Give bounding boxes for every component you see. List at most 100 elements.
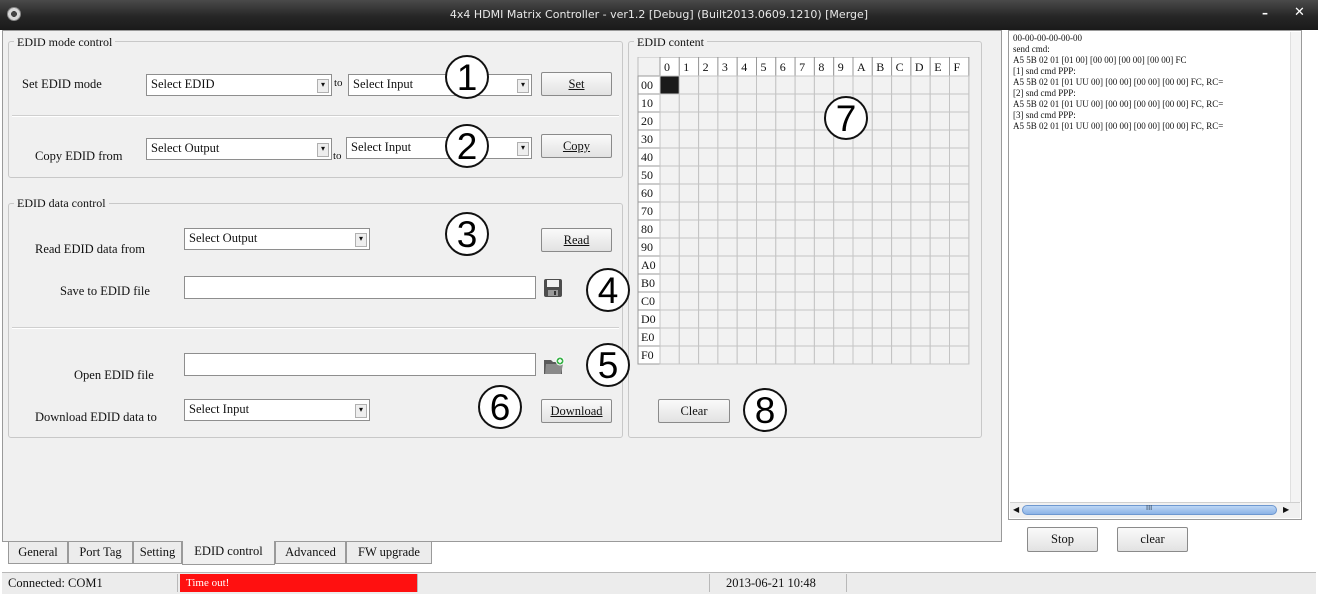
hex-cell[interactable] [852,345,873,365]
tab-advanced[interactable]: Advanced [275,542,346,564]
hex-cell[interactable] [929,237,951,257]
hex-cell[interactable] [756,111,777,131]
edid-hex-grid[interactable]: 0 1 2 3 4 5 6 7 8 9 A B C D E F00102030405060708090A0B0… [634,57,974,390]
hex-cell[interactable] [852,273,873,293]
hex-cell[interactable] [833,165,854,185]
hex-cell[interactable] [852,201,873,221]
hex-cell[interactable] [659,309,680,329]
hex-cell[interactable] [813,255,835,275]
hex-cell[interactable] [891,147,912,167]
hex-cell[interactable] [833,255,854,275]
scroll-right-icon[interactable]: ▶ [1283,505,1289,514]
hex-cell[interactable] [929,219,951,239]
hex-cell[interactable] [678,309,700,329]
hex-cell[interactable] [813,273,835,293]
hex-cell[interactable] [717,237,738,257]
hex-cell[interactable] [736,237,757,257]
minimize-button[interactable]: – [1262,6,1268,20]
edid-source-select[interactable]: Select EDID ▾ [146,74,332,96]
hex-cell[interactable] [910,273,931,293]
hex-cell[interactable] [736,291,757,311]
hex-cell[interactable] [659,165,680,185]
hex-cell[interactable] [736,201,757,221]
hex-cell[interactable] [852,237,873,257]
hex-cell[interactable] [775,183,796,203]
hex-cell[interactable] [929,327,951,347]
hex-cell[interactable] [717,345,738,365]
hex-cell[interactable] [659,201,680,221]
clear-content-button[interactable]: Clear [658,399,730,423]
hex-cell[interactable] [736,345,757,365]
hex-cell[interactable] [678,237,700,257]
hex-cell[interactable] [736,129,757,149]
hex-cell[interactable] [794,93,815,113]
hex-cell[interactable] [949,201,970,221]
hex-cell[interactable] [775,147,796,167]
hex-cell[interactable] [698,237,719,257]
hex-cell[interactable] [678,129,700,149]
set-input-select[interactable]: Select Input ▾ [348,74,532,96]
hex-cell[interactable] [852,165,873,185]
hex-cell[interactable] [813,201,835,221]
close-button[interactable]: ✕ [1294,5,1305,20]
hex-cell[interactable] [678,75,700,95]
hex-cell[interactable] [871,237,893,257]
tab-setting[interactable]: Setting [133,542,182,564]
hex-cell[interactable] [736,273,757,293]
hex-cell[interactable] [756,93,777,113]
hex-cell[interactable] [871,183,893,203]
hex-cell[interactable] [891,75,912,95]
hex-cell[interactable] [910,75,931,95]
hex-cell[interactable] [794,129,815,149]
hex-cell[interactable] [852,327,873,347]
hex-cell[interactable] [833,147,854,167]
hex-cell[interactable] [659,93,680,113]
hex-cell[interactable] [794,147,815,167]
hex-cell[interactable] [910,219,931,239]
hex-cell[interactable] [929,345,951,365]
hex-cell[interactable] [794,219,815,239]
hex-cell[interactable] [891,309,912,329]
tab-general[interactable]: General [8,542,68,564]
hex-cell[interactable] [852,219,873,239]
hex-cell[interactable] [891,345,912,365]
hex-cell[interactable] [698,219,719,239]
hex-cell[interactable] [717,201,738,221]
hex-cell[interactable] [678,147,700,167]
hex-cell[interactable] [698,111,719,131]
hex-cell[interactable] [891,93,912,113]
hex-cell[interactable] [813,147,835,167]
hex-cell[interactable] [910,165,931,185]
hex-cell[interactable] [833,327,854,347]
hex-cell[interactable] [949,111,970,131]
tab-port-tag[interactable]: Port Tag [68,542,133,564]
hex-cell[interactable] [775,165,796,185]
hex-cell[interactable] [891,327,912,347]
hex-cell[interactable] [910,201,931,221]
hex-cell[interactable] [775,309,796,329]
hex-cell[interactable] [678,255,700,275]
hex-cell[interactable] [698,327,719,347]
hex-cell[interactable] [678,219,700,239]
hex-cell[interactable] [756,129,777,149]
hex-cell[interactable] [736,219,757,239]
hex-cell[interactable] [949,255,970,275]
hex-cell[interactable] [736,255,757,275]
hex-cell[interactable] [852,291,873,311]
hex-cell[interactable] [698,273,719,293]
hex-cell[interactable] [678,345,700,365]
hex-cell[interactable] [678,327,700,347]
hex-cell[interactable] [717,93,738,113]
hex-cell[interactable] [871,201,893,221]
hex-cell[interactable] [813,309,835,329]
hex-cell[interactable] [871,327,893,347]
tab-fw-upgrade[interactable]: FW upgrade [346,542,432,564]
hex-cell[interactable] [813,327,835,347]
hex-cell[interactable] [794,75,815,95]
download-button[interactable]: Download [541,399,612,423]
hex-cell[interactable] [910,255,931,275]
save-file-path-input[interactable] [184,276,536,299]
hex-cell[interactable] [717,183,738,203]
hex-cell[interactable] [659,345,680,365]
hex-cell[interactable] [794,255,815,275]
